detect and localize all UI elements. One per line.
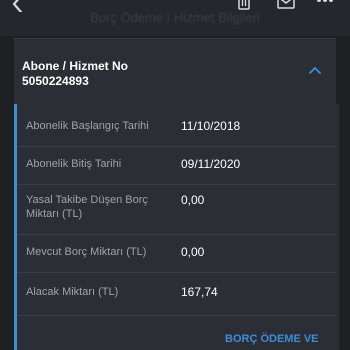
detail-label: Abonelik Bitiş Tarihi xyxy=(26,158,122,170)
detail-value: 167,74 xyxy=(181,285,218,299)
mail-icon[interactable] xyxy=(277,0,295,12)
top-navigation-bar: Borç Ödeme / Hizmet Bilgileri xyxy=(0,0,350,36)
screen: Borç Ödeme / Hizmet Bilgileri Abone / Hi… xyxy=(0,0,350,350)
more-icon[interactable] xyxy=(316,0,334,12)
detail-label: Abonelik Başlangıç Tarihi xyxy=(26,120,149,132)
detail-row: Abonelik Başlangıç Tarihi 11/10/2018 xyxy=(17,104,336,147)
page-title: Borç Ödeme / Hizmet Bilgileri xyxy=(90,10,260,25)
detail-row: Yasal Takibe Düşen Borç Miktarı (TL) 0,0… xyxy=(17,184,336,235)
subscription-label: Abone / Hizmet No xyxy=(22,59,129,73)
trash-icon[interactable] xyxy=(236,0,252,12)
subscription-number: 5050224893 xyxy=(22,74,89,88)
detail-value: 11/10/2018 xyxy=(181,119,241,133)
detail-label: Yasal Takibe Düşen Borç Miktarı (TL) xyxy=(26,194,148,220)
detail-label: Mevcut Borç Miktarı (TL) xyxy=(26,246,147,258)
detail-value: 0,00 xyxy=(181,193,205,207)
subscription-header[interactable]: Abone / Hizmet No 5050224893 xyxy=(14,39,336,104)
subscription-card: Abone / Hizmet No 5050224893 Abonelik Ba… xyxy=(14,38,339,350)
detail-row: Abonelik Bitiş Tarihi 09/11/2020 xyxy=(17,146,336,185)
detail-row: Mevcut Borç Miktarı (TL) 0,00 xyxy=(17,234,336,273)
detail-label: Alacak Miktarı (TL) xyxy=(26,286,119,298)
debt-payment-button[interactable]: BORÇ ÖDEME VE xyxy=(225,333,319,345)
detail-value: 0,00 xyxy=(181,245,205,259)
chevron-up-icon[interactable] xyxy=(308,65,322,75)
detail-row: Alacak Miktarı (TL) 167,74 xyxy=(17,272,336,316)
detail-value: 09/11/2020 xyxy=(181,157,241,171)
chevron-left-icon[interactable] xyxy=(8,0,28,12)
subscription-details: Abonelik Başlangıç Tarihi 11/10/2018 Abo… xyxy=(14,104,339,350)
